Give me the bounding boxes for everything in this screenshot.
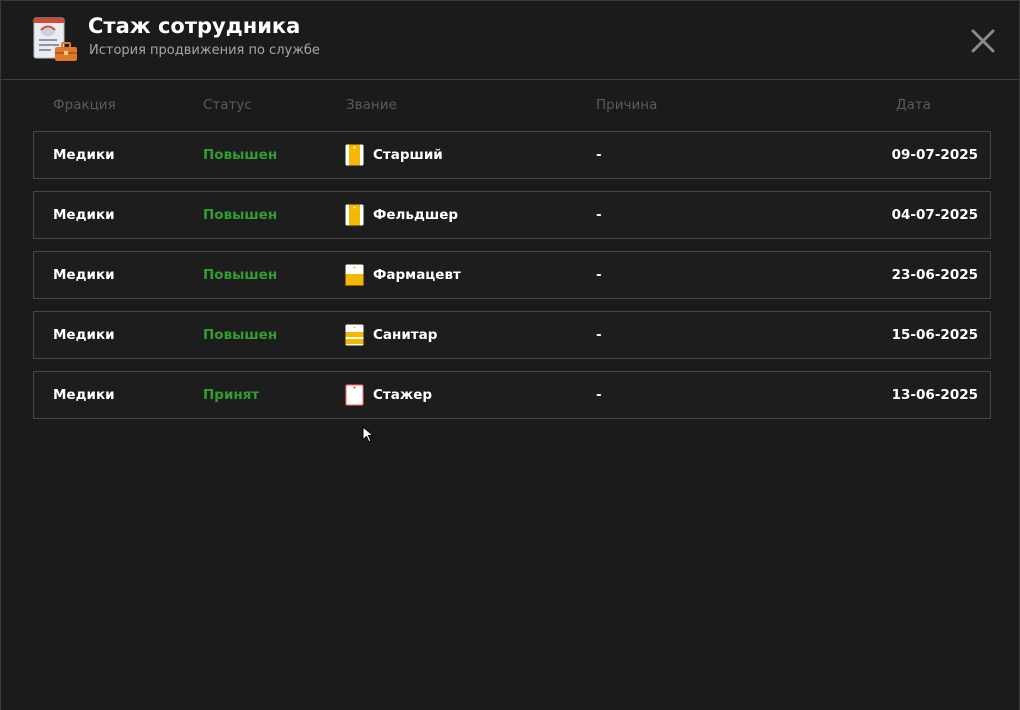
rank-stripe-icon — [345, 204, 364, 226]
document-briefcase-icon — [33, 17, 77, 61]
faction-cell: Медики — [53, 327, 115, 343]
status-cell: Повышен — [203, 327, 278, 343]
rank-band-icon — [345, 264, 364, 286]
reason-cell: - — [596, 327, 602, 343]
window-subtitle: История продвижения по службе — [89, 43, 320, 58]
status-cell: Повышен — [203, 207, 278, 223]
reason-cell: - — [596, 387, 602, 403]
mouse-cursor-icon — [362, 426, 375, 443]
date-cell: 09-07-2025 — [891, 147, 978, 163]
rank-stripe-icon — [345, 144, 364, 166]
reason-cell: - — [596, 147, 602, 163]
rank-label: Фармацевт — [373, 267, 461, 283]
rank-label: Старший — [373, 147, 443, 163]
rank-stripes-icon — [345, 324, 364, 346]
history-list: Медики Повышен Старший - 09-07-2025 Меди… — [33, 131, 991, 431]
rank-label: Стажер — [373, 387, 433, 403]
close-button[interactable] — [965, 23, 1001, 59]
rank-label: Санитар — [373, 327, 438, 343]
rank-label: Фельдшер — [373, 207, 459, 223]
history-row: Медики Повышен Санитар - 15-06-2025 — [33, 311, 991, 359]
status-cell: Принят — [203, 387, 260, 403]
history-row: Медики Повышен Фармацевт - 23-06-2025 — [33, 251, 991, 299]
date-cell: 23-06-2025 — [891, 267, 978, 283]
reason-cell: - — [596, 267, 602, 283]
column-header-status: Статус — [203, 97, 252, 113]
date-cell: 13-06-2025 — [891, 387, 978, 403]
faction-cell: Медики — [53, 147, 115, 163]
close-icon — [971, 29, 995, 53]
history-row: Медики Повышен Фельдшер - 04-07-2025 — [33, 191, 991, 239]
rank-empty-icon — [345, 384, 364, 406]
date-cell: 04-07-2025 — [891, 207, 978, 223]
window-title: Стаж сотрудника — [88, 14, 301, 38]
date-cell: 15-06-2025 — [891, 327, 978, 343]
column-header-rank: Звание — [346, 97, 397, 113]
faction-cell: Медики — [53, 387, 115, 403]
reason-cell: - — [596, 207, 602, 223]
status-cell: Повышен — [203, 147, 278, 163]
column-header-reason: Причина — [596, 97, 658, 113]
service-history-window: Стаж сотрудника История продвижения по с… — [0, 0, 1020, 710]
faction-cell: Медики — [53, 207, 115, 223]
status-cell: Повышен — [203, 267, 278, 283]
column-header-faction: Фракция — [53, 97, 116, 113]
window-header: Стаж сотрудника История продвижения по с… — [1, 1, 1019, 80]
history-row: Медики Принят Стажер - 13-06-2025 — [33, 371, 991, 419]
column-header-date: Дата — [896, 97, 931, 113]
faction-cell: Медики — [53, 267, 115, 283]
history-row: Медики Повышен Старший - 09-07-2025 — [33, 131, 991, 179]
